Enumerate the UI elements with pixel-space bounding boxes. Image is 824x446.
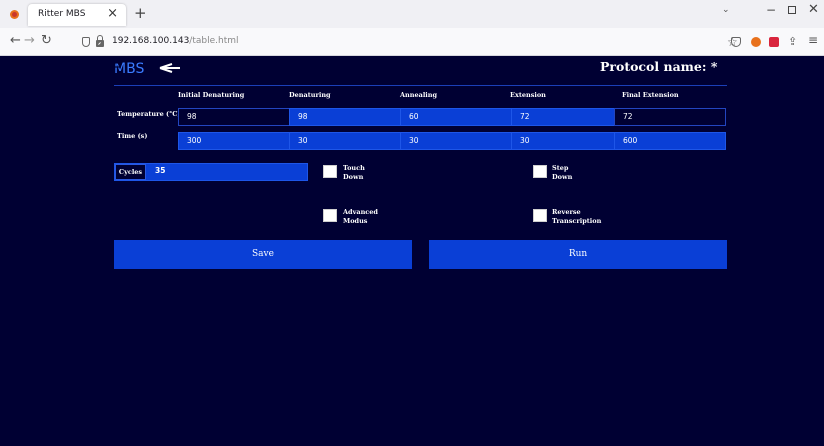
time-annealing-input[interactable]: 30 xyxy=(400,132,512,150)
column-header-final-extension: Final Extension xyxy=(622,91,679,99)
reverse-transcription-label-line1: Reverse xyxy=(552,208,581,216)
new-tab-button[interactable]: + xyxy=(134,4,147,22)
tracking-shield-icon[interactable] xyxy=(82,37,90,47)
back-arrow-icon[interactable]: ← xyxy=(10,33,21,49)
time-initial-denaturing-input[interactable]: 300 xyxy=(178,132,290,150)
temperature-final-extension-input[interactable]: 72 xyxy=(614,108,726,126)
temperature-extension-input[interactable]: 72 xyxy=(511,108,623,126)
step-down-label: Step Down xyxy=(552,164,632,182)
reload-icon[interactable]: ↻ xyxy=(41,33,52,49)
mbs-logo: MBS xyxy=(114,61,180,76)
step-down-label-line2: Down xyxy=(552,173,573,181)
pdf-extension-icon[interactable] xyxy=(769,37,779,47)
touch-down-checkbox[interactable] xyxy=(323,165,337,178)
maximize-icon[interactable] xyxy=(788,6,796,14)
list-tabs-icon[interactable]: ⌄ xyxy=(722,5,730,15)
extension-icon[interactable] xyxy=(751,37,761,47)
minimize-icon[interactable]: − xyxy=(766,3,776,17)
reverse-transcription-checkbox[interactable] xyxy=(533,209,547,222)
cycles-value[interactable]: 35 xyxy=(155,166,165,175)
touch-down-label-line2: Down xyxy=(343,173,364,181)
firefox-favicon-icon xyxy=(10,10,19,19)
insecure-lock-icon[interactable] xyxy=(96,35,104,47)
temperature-denaturing-input[interactable]: 98 xyxy=(289,108,401,126)
time-final-extension-input[interactable]: 600 xyxy=(614,132,726,150)
tab-title: Ritter MBS xyxy=(38,9,86,19)
step-down-label-line1: Step xyxy=(552,164,569,172)
browser-tab[interactable]: Ritter MBS × xyxy=(10,4,126,26)
close-window-icon[interactable]: ✕ xyxy=(808,2,819,17)
app-page: MBS Protocol name: * Initial Denaturing … xyxy=(0,57,824,446)
row-label-time: Time (s) xyxy=(117,132,148,140)
url-bar[interactable]: 192.168.100.143/table.html ☆ xyxy=(72,32,738,52)
row-label-temperature: Temperature (°C) xyxy=(117,110,181,118)
advanced-modus-label-line1: Advanced xyxy=(343,208,378,216)
forward-arrow-icon[interactable]: → xyxy=(24,33,35,49)
reverse-transcription-label-line2: Transcription xyxy=(552,217,602,225)
save-button[interactable]: Save xyxy=(114,240,412,269)
temperature-annealing-input[interactable]: 60 xyxy=(400,108,512,126)
time-extension-input[interactable]: 30 xyxy=(511,132,623,150)
url-host: 192.168.100.143 xyxy=(112,36,190,46)
browser-nav-bar: ← → ↻ 192.168.100.143/table.html ☆ ⇪ ≡ xyxy=(0,28,824,56)
touch-down-label: Touch Down xyxy=(343,164,423,182)
advanced-modus-label-line2: Modus xyxy=(343,217,368,225)
hamburger-menu-icon[interactable]: ≡ xyxy=(808,33,818,47)
temperature-initial-denaturing-input[interactable]: 98 xyxy=(178,108,290,126)
column-header-denaturing: Denaturing xyxy=(289,91,331,99)
url-path: /table.html xyxy=(189,36,239,46)
reverse-transcription-label: Reverse Transcription xyxy=(552,208,632,226)
step-down-checkbox[interactable] xyxy=(533,165,547,178)
run-button[interactable]: Run xyxy=(429,240,727,269)
advanced-modus-label: Advanced Modus xyxy=(343,208,423,226)
touch-down-label-line1: Touch xyxy=(343,164,365,172)
cycles-label: Cycles xyxy=(115,164,146,180)
header-divider xyxy=(114,85,727,86)
time-denaturing-input[interactable]: 30 xyxy=(289,132,401,150)
pocket-icon[interactable] xyxy=(731,37,741,47)
column-header-extension: Extension xyxy=(510,91,546,99)
close-tab-icon[interactable]: × xyxy=(107,6,118,22)
browser-tab-bar: Ritter MBS × + ⌄ − ✕ xyxy=(0,0,824,28)
share-icon[interactable]: ⇪ xyxy=(788,35,797,48)
logo-arrow-icon xyxy=(159,63,180,73)
column-header-annealing: Annealing xyxy=(400,91,438,99)
advanced-modus-checkbox[interactable] xyxy=(323,209,337,222)
column-header-initial-denaturing: Initial Denaturing xyxy=(178,91,245,99)
url-text[interactable]: 192.168.100.143/table.html xyxy=(112,36,239,46)
cycles-input[interactable]: Cycles 35 xyxy=(114,163,308,181)
protocol-name-label[interactable]: Protocol name: * xyxy=(600,59,717,74)
